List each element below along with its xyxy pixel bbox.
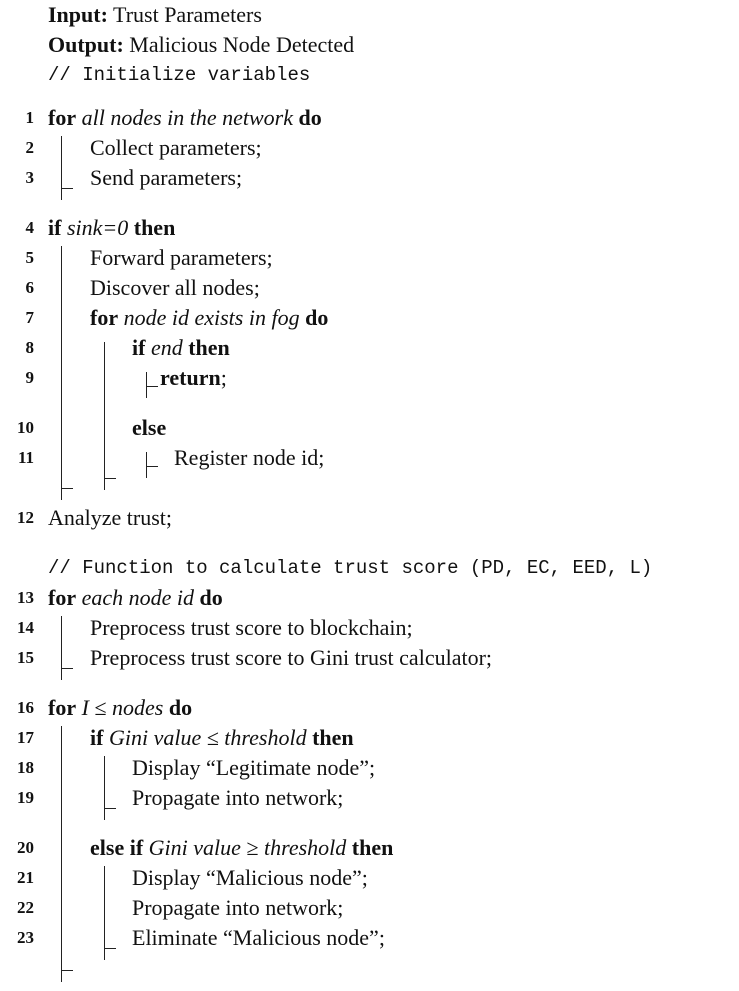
line-number: 18 [17, 758, 34, 777]
keyword-do: do [168, 695, 193, 720]
keyword-for: for [48, 585, 77, 610]
block-end-for-7 [104, 478, 116, 479]
line-number: 13 [17, 588, 34, 607]
block-end-else-if-20 [104, 948, 116, 949]
block-end-if-end [146, 386, 158, 387]
line-number: 20 [17, 838, 34, 857]
statement: Propagate into network; [132, 895, 344, 920]
line-number: 11 [17, 448, 34, 467]
keyword-then: then [188, 335, 230, 360]
statement: Preprocess trust score to blockchain; [90, 615, 413, 640]
keyword-then: then [312, 725, 354, 750]
loop-condition: all nodes in the network [81, 105, 294, 130]
if-condition: sink=0 [66, 215, 129, 240]
block-bar-if-4 [61, 246, 62, 500]
keyword-return: return [160, 365, 221, 390]
line-number: 8 [25, 338, 35, 357]
loop-condition: I ≤ nodes [81, 695, 164, 720]
block-bar-for-1 [61, 136, 62, 200]
block-bar-for-16 [61, 726, 62, 982]
statement: Forward parameters; [90, 245, 273, 270]
line-number: 9 [25, 368, 35, 387]
line-number: 21 [17, 868, 34, 887]
line-number: 10 [17, 418, 34, 437]
block-end-for-13 [61, 668, 73, 669]
block-bar-for-13 [61, 616, 62, 680]
statement: Analyze trust; [48, 505, 173, 530]
block-end-if-17 [104, 808, 116, 809]
statement: Discover all nodes; [90, 275, 260, 300]
block-bar-else [146, 452, 147, 478]
if-condition: Gini value ≤ threshold [108, 725, 307, 750]
keyword-do: do [305, 305, 329, 330]
block-bar-if-17 [104, 756, 105, 820]
loop-condition: each node id [81, 585, 194, 610]
if-condition: end [150, 335, 183, 360]
block-end-if-4 [61, 488, 73, 489]
loop-condition: node id exists in fog [123, 305, 300, 330]
keyword-for: for [48, 105, 77, 130]
statement: Collect parameters; [90, 135, 262, 160]
keyword-do: do [199, 585, 223, 610]
statement: Display “Legitimate node”; [132, 755, 376, 780]
keyword-if: if [132, 335, 146, 360]
comment-text: // Initialize variables [48, 64, 311, 86]
line-number: 5 [25, 248, 35, 267]
statement: Register node id; [174, 445, 325, 470]
keyword-else-if: else if [90, 835, 144, 860]
statement: Display “Malicious node”; [132, 865, 368, 890]
line-number: 23 [17, 928, 34, 947]
line-number: 14 [17, 618, 34, 637]
line-number: 2 [25, 138, 35, 157]
keyword-for: for [48, 695, 77, 720]
line-number: 15 [17, 648, 34, 667]
statement: Preprocess trust score to Gini trust cal… [90, 645, 493, 670]
line-number: 1 [25, 108, 35, 127]
statement: Propagate into network; [132, 785, 344, 810]
input-label: Input: [48, 2, 108, 27]
statement: Send parameters; [90, 165, 243, 190]
keyword-if: if [90, 725, 104, 750]
statement: Eliminate “Malicious node”; [132, 925, 385, 950]
keyword-then: then [133, 215, 176, 240]
line-number: 19 [17, 788, 34, 807]
line-number: 16 [17, 698, 34, 717]
block-end-for-16 [61, 970, 73, 971]
input-value: Trust Parameters [113, 2, 262, 27]
block-end-for-1 [61, 188, 73, 189]
line-number: 6 [25, 278, 35, 297]
output-label: Output: [48, 32, 124, 57]
output-value: Malicious Node Detected [129, 32, 355, 57]
line-number: 22 [17, 898, 34, 917]
semicolon: ; [220, 365, 227, 390]
keyword-else: else [132, 415, 167, 440]
line-number: 12 [17, 508, 34, 527]
block-end-else [146, 466, 158, 467]
block-bar-if-end [146, 372, 147, 398]
block-bar-for-7 [104, 342, 105, 490]
keyword-then: then [351, 835, 394, 860]
block-bar-else-if-20 [104, 866, 105, 960]
line-number: 7 [25, 308, 35, 327]
comment-text: // Function to calculate trust score (PD… [48, 557, 653, 579]
keyword-do: do [298, 105, 322, 130]
line-number: 4 [25, 218, 35, 237]
if-condition: Gini value ≥ threshold [148, 835, 347, 860]
keyword-for: for [90, 305, 119, 330]
line-number: 17 [17, 728, 34, 747]
keyword-if: if [48, 215, 62, 240]
line-number: 3 [25, 168, 35, 187]
